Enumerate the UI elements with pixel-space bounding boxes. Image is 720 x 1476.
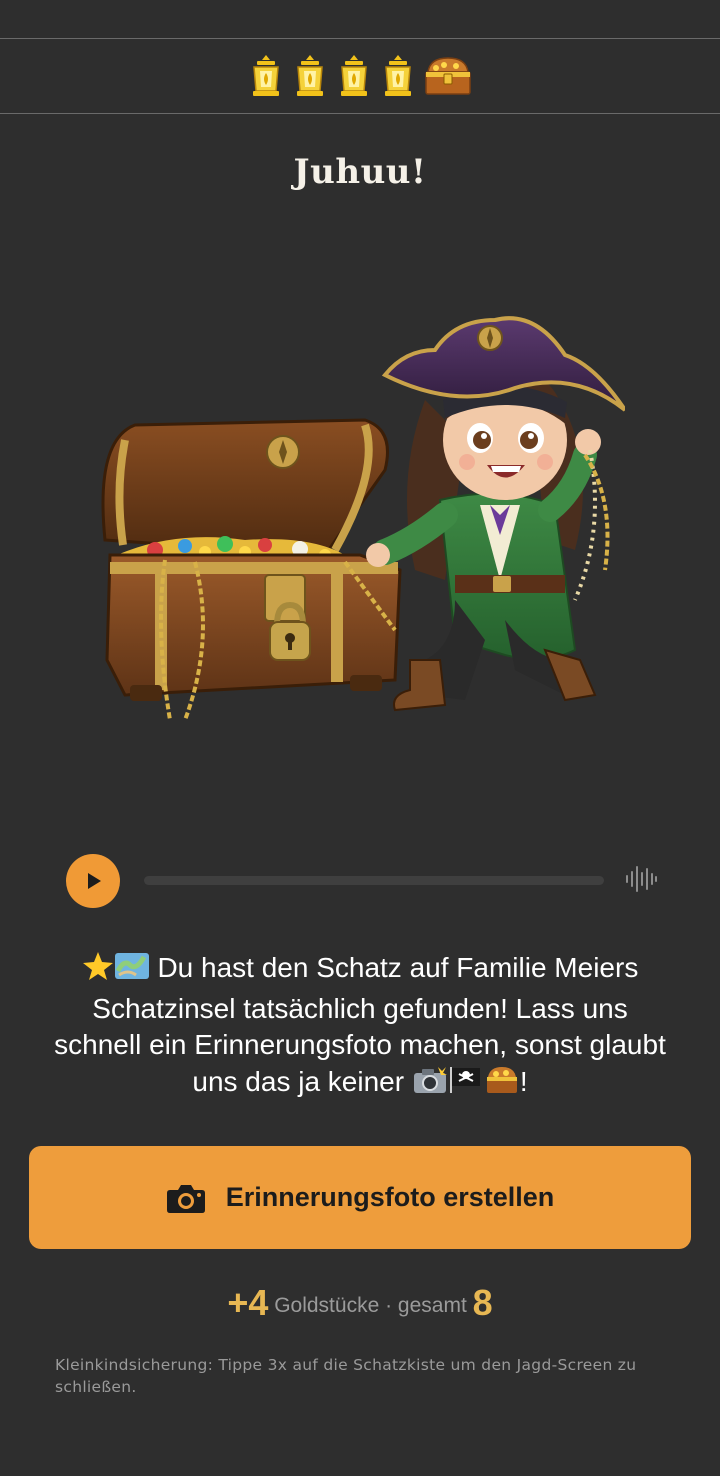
gold-coins-summary: +4 Goldstücke · gesamt 8 — [0, 1282, 720, 1324]
play-icon — [88, 873, 101, 889]
success-message: Du hast den Schatz auf Familie Meiers Sc… — [48, 950, 672, 1104]
lantern-icon — [290, 52, 330, 100]
waveform-icon[interactable] — [624, 862, 658, 896]
star-emoji — [82, 951, 114, 991]
audio-progress-bar[interactable] — [144, 876, 604, 885]
audio-player — [66, 852, 662, 908]
treasure-chest-emoji — [484, 1065, 520, 1105]
map-emoji — [114, 951, 150, 991]
lantern-icon — [378, 52, 418, 100]
create-memory-photo-button[interactable]: Erinnerungsfoto erstellen — [29, 1146, 691, 1249]
create-memory-photo-label: Erinnerungsfoto erstellen — [225, 1182, 555, 1212]
message-end: ! — [519, 1065, 528, 1097]
treasure-chest-icon — [422, 52, 474, 100]
camera-icon — [166, 1184, 205, 1213]
pirate-flag-emoji — [448, 1065, 484, 1105]
gold-coins-gained: +4 — [227, 1282, 269, 1323]
progress-bar — [0, 38, 720, 114]
treasure-illustration[interactable] — [95, 300, 627, 740]
pirate-girl — [366, 316, 627, 712]
gold-coins-total: 8 — [472, 1282, 493, 1323]
play-button[interactable] — [66, 854, 120, 908]
child-lock-hint: Kleinkindsicherung: Tippe 3x auf die Sch… — [55, 1356, 637, 1396]
camera-flash-emoji — [412, 1065, 448, 1105]
lantern-icon — [334, 52, 374, 100]
page-title: Juhuu! — [293, 152, 427, 192]
gold-coins-label: Goldstücke · gesamt — [274, 1294, 467, 1317]
lantern-icon — [246, 52, 286, 100]
treasure-chest[interactable] — [101, 418, 402, 721]
